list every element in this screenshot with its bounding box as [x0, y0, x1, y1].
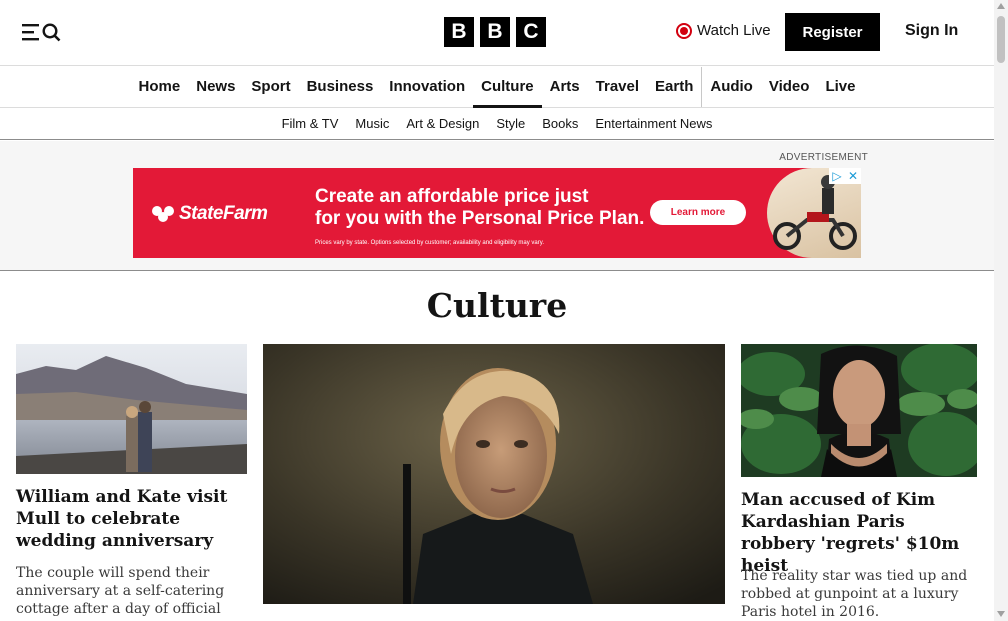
nav-item-video[interactable]: Video [761, 66, 818, 108]
statefarm-logo: StateFarm [152, 203, 268, 225]
logo-letter: C [516, 17, 546, 47]
advertisement-section: ADVERTISEMENT StateFarm Create an afford… [0, 141, 994, 271]
close-icon[interactable]: ✕ [845, 168, 861, 184]
ad-choices[interactable]: ▷ ✕ [829, 168, 861, 184]
page-scrollbar[interactable] [994, 0, 1008, 621]
sign-in-button[interactable]: Sign In [905, 22, 958, 40]
nav-item-audio[interactable]: Audio [702, 66, 761, 108]
hero-article-image[interactable] [263, 344, 725, 604]
bbc-logo[interactable]: B B C [444, 17, 546, 47]
site-header: B B C Watch Live Register Sign In [0, 0, 994, 66]
register-button[interactable]: Register [785, 13, 880, 51]
sub-nav-film-tv[interactable]: Film & TV [273, 116, 347, 131]
nav-item-sport[interactable]: Sport [243, 66, 298, 108]
sub-nav-music[interactable]: Music [347, 116, 398, 131]
article-headline[interactable]: William and Kate visit Mull to celebrate… [16, 486, 247, 552]
red-carpet-photo-image [741, 344, 977, 477]
scroll-up-arrow-icon[interactable] [997, 3, 1005, 9]
portrait-photo-image [263, 344, 725, 604]
nav-item-home[interactable]: Home [131, 66, 189, 108]
sub-nav-entertainment-news[interactable]: Entertainment News [587, 116, 721, 131]
sub-nav-books[interactable]: Books [534, 116, 587, 131]
article-summary: The couple will spend their anniversary … [16, 565, 225, 617]
ad-learn-more-button[interactable]: Learn more [650, 200, 746, 225]
logo-letter: B [444, 17, 474, 47]
scrollbar-thumb[interactable] [997, 16, 1005, 63]
article-image[interactable] [16, 344, 247, 474]
ad-headline-line: Create an affordable price just [315, 186, 589, 207]
nav-item-business[interactable]: Business [299, 66, 382, 108]
nav-item-culture[interactable]: Culture [473, 66, 542, 108]
article-summary: The reality star was tied up and robbed … [741, 568, 968, 620]
page-title: Culture [426, 286, 568, 325]
statefarm-ovals-icon [152, 206, 174, 222]
nav-item-travel[interactable]: Travel [588, 66, 647, 108]
adchoices-icon[interactable]: ▷ [829, 168, 845, 184]
ad-headline: Create an affordable price just for you … [315, 186, 655, 230]
menu-icon [22, 23, 61, 42]
loch-landscape-image [16, 344, 247, 474]
advertisement-label: ADVERTISEMENT [779, 152, 868, 163]
sub-nav-art-design[interactable]: Art & Design [398, 116, 488, 131]
nav-item-arts[interactable]: Arts [542, 66, 588, 108]
primary-nav: Home News Sport Business Innovation Cult… [0, 66, 994, 108]
menu-search-button[interactable] [21, 21, 63, 43]
nav-item-earth[interactable]: Earth [647, 66, 701, 108]
nav-item-live[interactable]: Live [817, 66, 863, 108]
article-headline[interactable]: Man accused of Kim Kardashian Paris robb… [741, 489, 977, 577]
ad-headline-line: for you with the Personal Price Plan. [315, 208, 645, 229]
nav-item-innovation[interactable]: Innovation [381, 66, 473, 108]
sub-nav: Film & TV Music Art & Design Style Books… [0, 108, 994, 140]
nav-item-news[interactable]: News [188, 66, 243, 108]
scroll-down-arrow-icon[interactable] [997, 611, 1005, 617]
watch-live-label: Watch Live [697, 22, 771, 39]
ad-fine-print: Prices vary by state. Options selected b… [315, 240, 544, 246]
watch-live-link[interactable]: Watch Live [676, 22, 771, 39]
sub-nav-style[interactable]: Style [488, 116, 534, 131]
logo-letter: B [480, 17, 510, 47]
statefarm-wordmark: StateFarm [179, 203, 268, 224]
ad-banner[interactable]: StateFarm Create an affordable price jus… [133, 168, 861, 258]
live-icon [676, 22, 692, 39]
article-image[interactable] [741, 344, 977, 477]
